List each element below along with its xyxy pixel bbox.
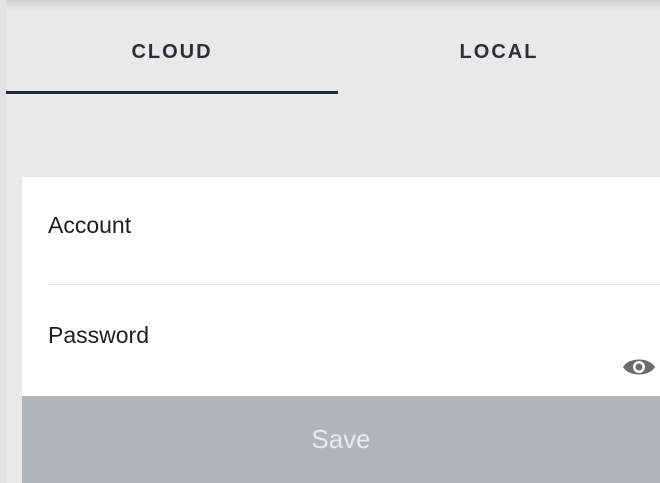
tab-bar: CLOUD LOCAL <box>6 10 660 94</box>
save-button[interactable]: Save <box>22 396 660 483</box>
top-shadow <box>0 0 660 10</box>
eye-icon-graphic <box>623 359 655 375</box>
password-field[interactable]: Password <box>48 322 149 349</box>
field-divider <box>48 284 660 285</box>
login-form: Account Password Save <box>22 177 660 483</box>
tab-cloud[interactable]: CLOUD <box>6 10 338 94</box>
active-tab-indicator <box>6 91 338 94</box>
eye-icon[interactable] <box>622 355 656 379</box>
tab-local[interactable]: LOCAL <box>338 10 660 94</box>
account-field[interactable]: Account <box>48 212 131 239</box>
